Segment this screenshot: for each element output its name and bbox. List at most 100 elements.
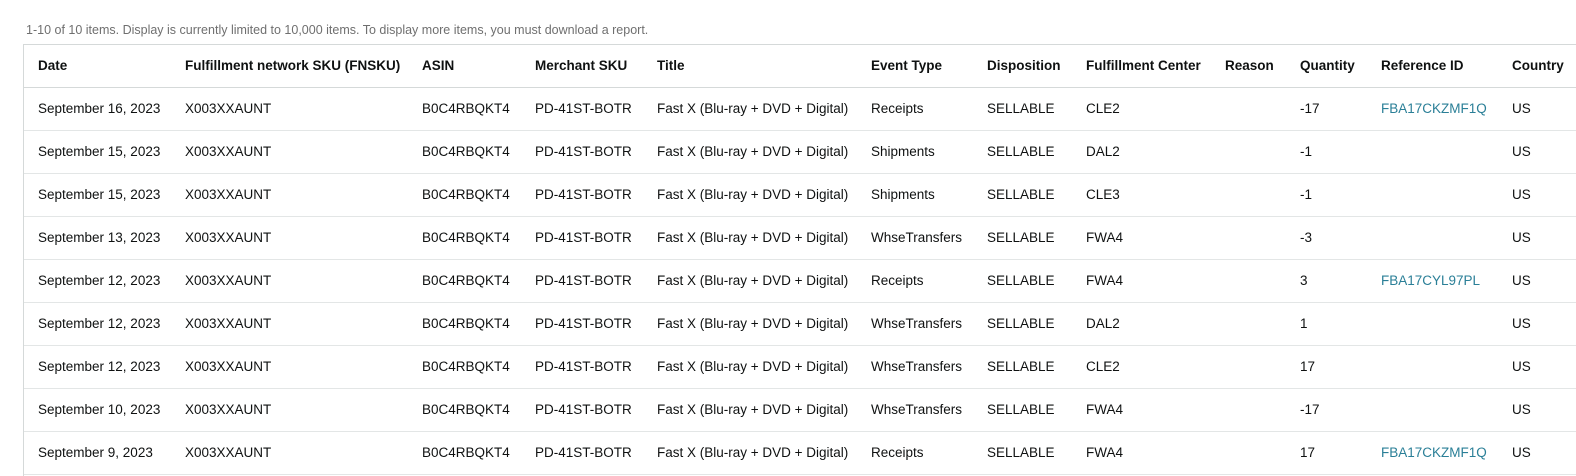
- cell-event-type: Receipts: [871, 273, 924, 288]
- cell-country: US: [1512, 359, 1531, 374]
- column-header-fnsku[interactable]: Fulfillment network SKU (FNSKU): [185, 45, 400, 87]
- column-header-merchant-sku[interactable]: Merchant SKU: [535, 45, 627, 87]
- cell-disposition: SELLABLE: [987, 402, 1055, 417]
- column-header-event-type[interactable]: Event Type: [871, 45, 942, 87]
- cell-quantity: -1: [1300, 187, 1313, 202]
- cell-asin: B0C4RBQKT4: [422, 359, 510, 374]
- cell-title: Fast X (Blu-ray + DVD + Digital): [657, 359, 849, 374]
- reference-id-link[interactable]: FBA17CKZMF1Q: [1381, 432, 1487, 474]
- cell-asin: B0C4RBQKT4: [422, 316, 510, 331]
- table-row: September 12, 2023 X003XXAUNT B0C4RBQKT4 PD…: [24, 346, 1576, 389]
- cell-event-type: Receipts: [871, 445, 924, 460]
- column-header-country[interactable]: Country: [1512, 45, 1564, 87]
- cell-asin: B0C4RBQKT4: [422, 402, 510, 417]
- cell-asin: B0C4RBQKT4: [422, 445, 510, 460]
- cell-quantity: -3: [1300, 230, 1313, 245]
- cell-fnsku: X003XXAUNT: [185, 316, 272, 331]
- cell-title: Fast X (Blu-ray + DVD + Digital): [657, 230, 849, 245]
- table-row: September 15, 2023 X003XXAUNT B0C4RBQKT4 PD…: [24, 131, 1576, 174]
- cell-country: US: [1512, 144, 1531, 159]
- cell-merchant-sku: PD-41ST-BOTR: [535, 316, 632, 331]
- cell-title: Fast X (Blu-ray + DVD + Digital): [657, 187, 849, 202]
- cell-merchant-sku: PD-41ST-BOTR: [535, 187, 632, 202]
- cell-merchant-sku: PD-41ST-BOTR: [535, 144, 632, 159]
- table-row: September 16, 2023 X003XXAUNT B0C4RBQKT4 PD…: [24, 88, 1576, 131]
- cell-country: US: [1512, 230, 1531, 245]
- cell-fulfillment-center: FWA4: [1086, 230, 1123, 245]
- cell-date: September 12, 2023: [38, 316, 161, 331]
- cell-title: Fast X (Blu-ray + DVD + Digital): [657, 316, 849, 331]
- cell-date: September 12, 2023: [38, 359, 161, 374]
- cell-event-type: WhseTransfers: [871, 230, 963, 245]
- column-header-quantity[interactable]: Quantity: [1300, 45, 1355, 87]
- cell-merchant-sku: PD-41ST-BOTR: [535, 230, 632, 245]
- table-header-row: Date Fulfillment network SKU (FNSKU) ASI…: [24, 45, 1576, 88]
- cell-quantity: -1: [1300, 144, 1313, 159]
- cell-fulfillment-center: DAL2: [1086, 144, 1120, 159]
- cell-asin: B0C4RBQKT4: [422, 273, 510, 288]
- cell-title: Fast X (Blu-ray + DVD + Digital): [657, 402, 849, 417]
- cell-disposition: SELLABLE: [987, 316, 1055, 331]
- table-row: September 10, 2023 X003XXAUNT B0C4RBQKT4 PD…: [24, 389, 1576, 432]
- table-row: September 15, 2023 X003XXAUNT B0C4RBQKT4 PD…: [24, 174, 1576, 217]
- table-row: September 9, 2023 X003XXAUNT B0C4RBQKT4 PD-…: [24, 432, 1576, 475]
- table-row: September 12, 2023 X003XXAUNT B0C4RBQKT4 PD…: [24, 260, 1576, 303]
- table-body: September 16, 2023 X003XXAUNT B0C4RBQKT4 PD…: [24, 88, 1576, 475]
- cell-quantity: 17: [1300, 445, 1316, 460]
- cell-fnsku: X003XXAUNT: [185, 144, 272, 159]
- cell-country: US: [1512, 402, 1531, 417]
- cell-merchant-sku: PD-41ST-BOTR: [535, 402, 632, 417]
- cell-disposition: SELLABLE: [987, 273, 1055, 288]
- cell-title: Fast X (Blu-ray + DVD + Digital): [657, 273, 849, 288]
- cell-asin: B0C4RBQKT4: [422, 144, 510, 159]
- cell-title: Fast X (Blu-ray + DVD + Digital): [657, 445, 849, 460]
- cell-disposition: SELLABLE: [987, 144, 1055, 159]
- cell-date: September 9, 2023: [38, 445, 153, 460]
- cell-date: September 16, 2023: [38, 101, 161, 116]
- cell-disposition: SELLABLE: [987, 230, 1055, 245]
- cell-disposition: SELLABLE: [987, 359, 1055, 374]
- column-header-fulfillment-center[interactable]: Fulfillment Center: [1086, 45, 1201, 87]
- cell-fnsku: X003XXAUNT: [185, 359, 272, 374]
- cell-date: September 10, 2023: [38, 402, 161, 417]
- cell-fulfillment-center: CLE2: [1086, 359, 1120, 374]
- cell-quantity: 1: [1300, 316, 1308, 331]
- table-row: September 13, 2023 X003XXAUNT B0C4RBQKT4 PD…: [24, 217, 1576, 260]
- cell-country: US: [1512, 101, 1531, 116]
- cell-quantity: 3: [1300, 273, 1308, 288]
- cell-fnsku: X003XXAUNT: [185, 101, 272, 116]
- cell-disposition: SELLABLE: [987, 445, 1055, 460]
- column-header-disposition[interactable]: Disposition: [987, 45, 1061, 87]
- cell-event-type: WhseTransfers: [871, 359, 963, 374]
- cell-merchant-sku: PD-41ST-BOTR: [535, 359, 632, 374]
- cell-event-type: Receipts: [871, 101, 924, 116]
- column-header-asin[interactable]: ASIN: [422, 45, 454, 87]
- cell-fulfillment-center: CLE3: [1086, 187, 1120, 202]
- cell-date: September 15, 2023: [38, 144, 161, 159]
- cell-fnsku: X003XXAUNT: [185, 402, 272, 417]
- cell-merchant-sku: PD-41ST-BOTR: [535, 273, 632, 288]
- cell-asin: B0C4RBQKT4: [422, 101, 510, 116]
- column-header-date[interactable]: Date: [38, 45, 67, 87]
- cell-fnsku: X003XXAUNT: [185, 187, 272, 202]
- reference-id-link[interactable]: FBA17CYL97PL: [1381, 260, 1480, 302]
- cell-country: US: [1512, 316, 1531, 331]
- cell-date: September 12, 2023: [38, 273, 161, 288]
- cell-event-type: Shipments: [871, 144, 935, 159]
- column-header-reference-id[interactable]: Reference ID: [1381, 45, 1464, 87]
- cell-date: September 15, 2023: [38, 187, 161, 202]
- cell-date: September 13, 2023: [38, 230, 161, 245]
- cell-disposition: SELLABLE: [987, 187, 1055, 202]
- cell-fulfillment-center: FWA4: [1086, 445, 1123, 460]
- column-header-title[interactable]: Title: [657, 45, 685, 87]
- cell-quantity: 17: [1300, 359, 1316, 374]
- cell-asin: B0C4RBQKT4: [422, 187, 510, 202]
- cell-quantity: -17: [1300, 101, 1320, 116]
- inventory-events-table: Date Fulfillment network SKU (FNSKU) ASI…: [23, 44, 1576, 476]
- cell-merchant-sku: PD-41ST-BOTR: [535, 101, 632, 116]
- cell-disposition: SELLABLE: [987, 101, 1055, 116]
- reference-id-link[interactable]: FBA17CKZMF1Q: [1381, 88, 1487, 130]
- results-count-notice: 1-10 of 10 items. Display is currently l…: [26, 23, 649, 37]
- cell-title: Fast X (Blu-ray + DVD + Digital): [657, 144, 849, 159]
- column-header-reason[interactable]: Reason: [1225, 45, 1274, 87]
